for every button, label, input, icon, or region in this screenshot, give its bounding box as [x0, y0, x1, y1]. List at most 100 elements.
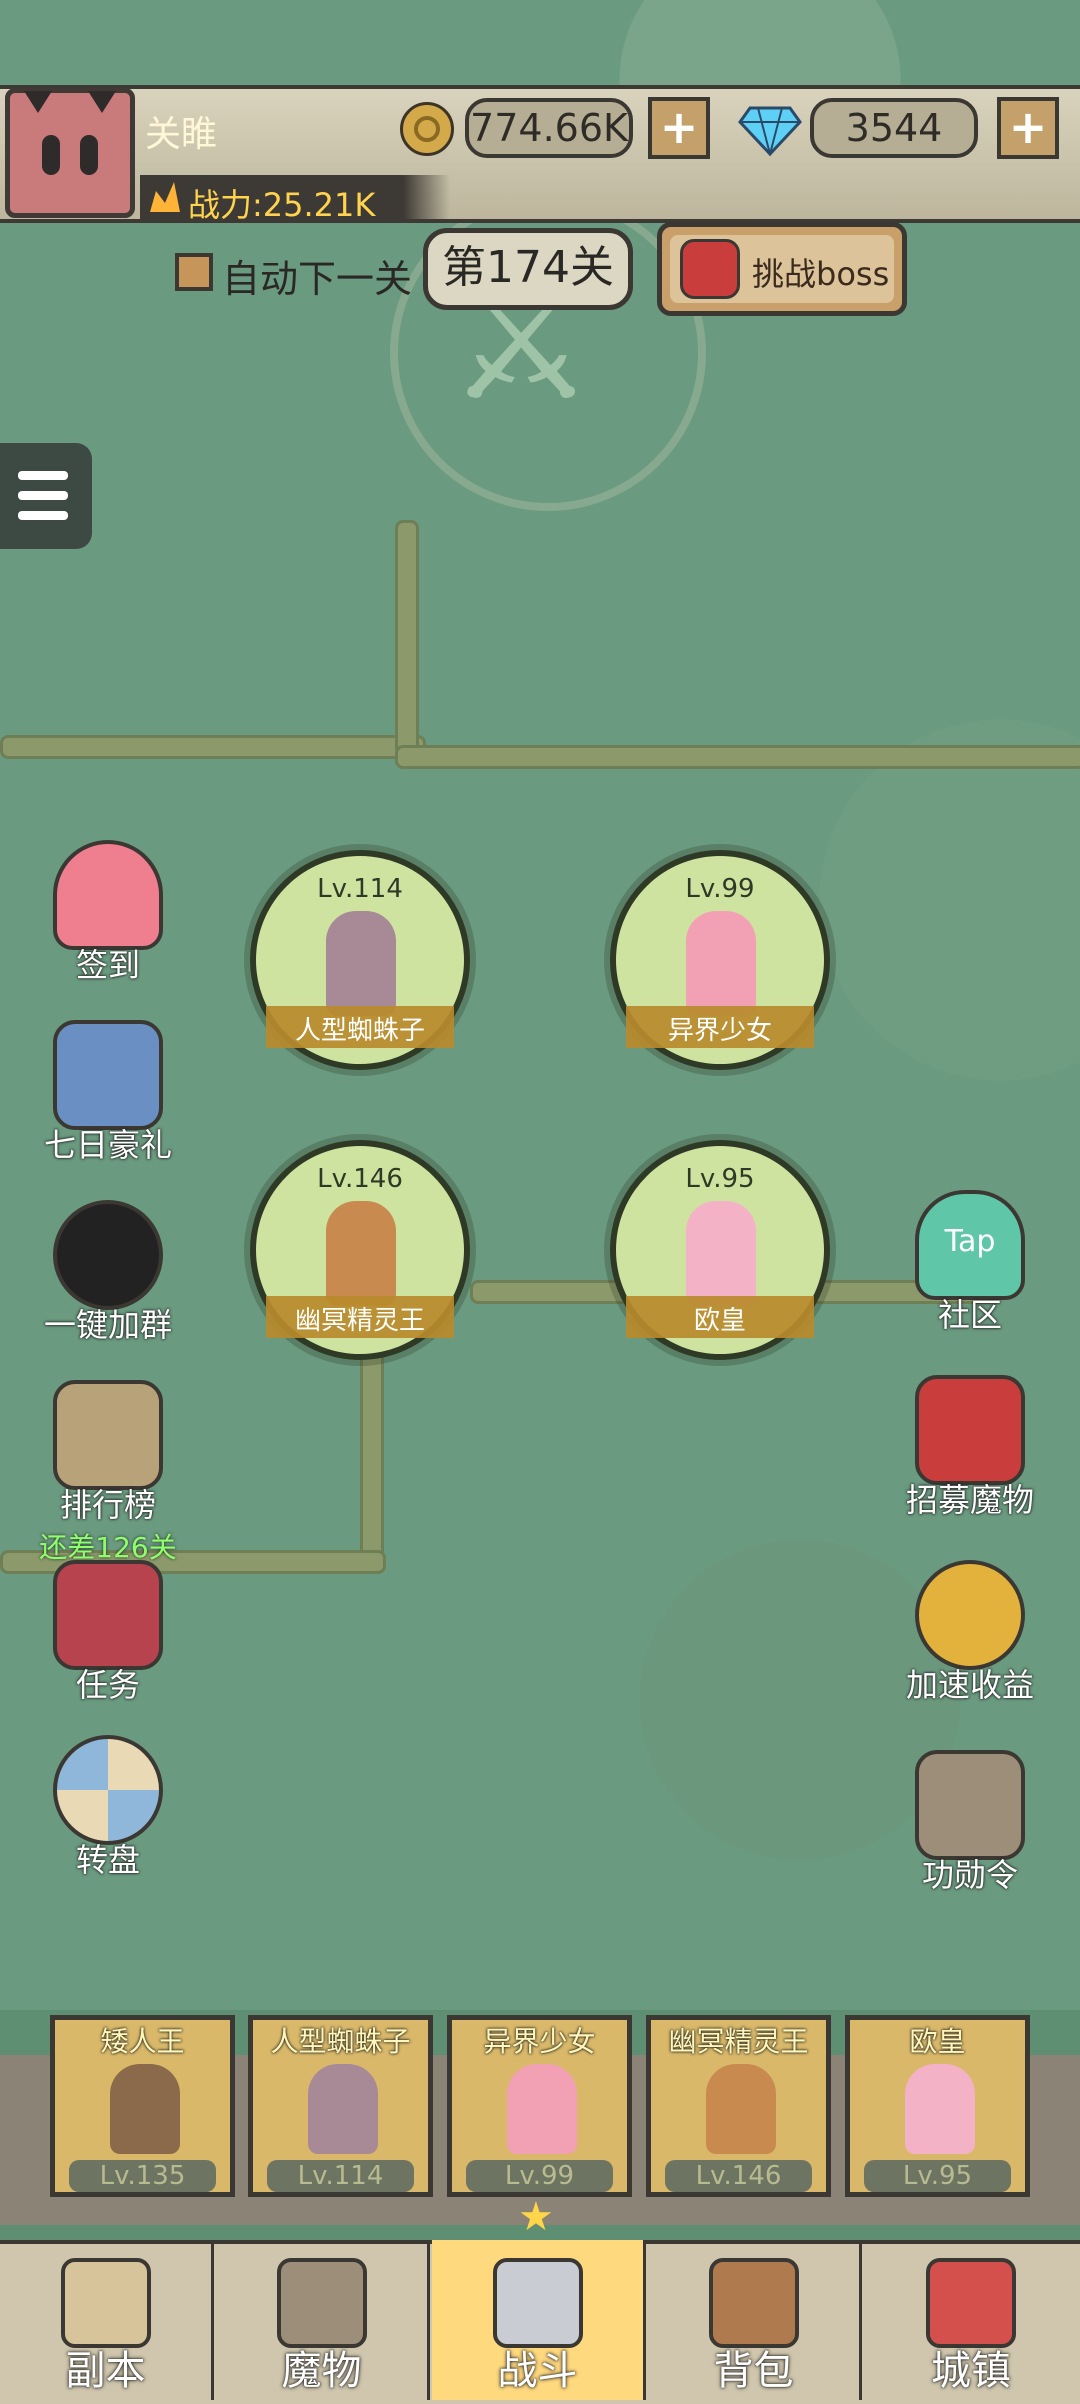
team-card[interactable]: 矮人王 Lv.135	[50, 2015, 235, 2197]
hero-name: 异界少女	[667, 1016, 772, 1046]
boss-demon-icon	[680, 239, 740, 299]
team-card-name: 欧皇	[909, 2025, 966, 2058]
recruit-banner-icon	[915, 1375, 1025, 1485]
add-gem-button[interactable]: +	[997, 97, 1059, 159]
boss-button-label: 挑战boss	[752, 255, 890, 293]
hero-level: Lv.99	[685, 874, 755, 904]
hero-slot-spider[interactable]: Lv.114 人型蜘蛛子	[250, 850, 470, 1070]
hamburger-icon	[18, 471, 68, 480]
auto-next-label[interactable]: 自动下一关	[222, 248, 412, 303]
team-card[interactable]: 人型蜘蛛子 Lv.114	[248, 2015, 433, 2197]
horn-icon	[24, 91, 52, 113]
add-gold-button[interactable]: +	[648, 97, 710, 159]
team-card-name: 矮人王	[100, 2025, 185, 2058]
tap-community-icon: Tap	[915, 1190, 1025, 1300]
auto-next-checkbox[interactable]	[175, 253, 213, 291]
spider-girl-portrait-icon	[308, 2064, 378, 2154]
leaderboard-label: 排行榜	[59, 1486, 156, 1524]
crowned-girl-portrait-icon	[905, 2064, 975, 2154]
map-path	[395, 745, 1080, 769]
player-avatar[interactable]	[5, 88, 135, 218]
quest-label: 任务	[75, 1666, 140, 1704]
sign-in-button[interactable]: 签到	[38, 840, 178, 986]
team-card-level: Lv.135	[69, 2160, 216, 2192]
map-path	[0, 735, 426, 759]
tab-label: 魔物	[281, 2348, 362, 2394]
wheel-label: 转盘	[75, 1841, 140, 1879]
merit-order-button[interactable]: 功勋令	[900, 1750, 1040, 1896]
star-icon: ★	[518, 2194, 554, 2240]
challenge-boss-button[interactable]: 挑战boss	[657, 222, 907, 316]
sign-in-label: 签到	[75, 946, 140, 984]
tab-label: 城镇	[931, 2348, 1011, 2394]
spider-girl-portrait-icon	[326, 911, 396, 1016]
join-group-button[interactable]: 一键加群	[38, 1200, 178, 1346]
tab-monsters[interactable]: 魔物	[216, 2240, 430, 2400]
hero-name: 欧皇	[693, 1306, 746, 1336]
hero-slot-nether-elf-king[interactable]: Lv.146 幽冥精灵王	[250, 1140, 470, 1360]
elf-king-portrait-icon	[706, 2064, 776, 2154]
tab-label: 背包	[713, 2348, 794, 2394]
penguin-icon	[53, 1200, 163, 1310]
team-card-level: Lv.146	[665, 2160, 812, 2192]
spin-wheel-icon	[53, 1735, 163, 1845]
cat-girl-icon	[53, 840, 163, 950]
recruit-monster-button[interactable]: 招募魔物	[900, 1375, 1040, 1521]
pink-girl-portrait-icon	[507, 2064, 577, 2154]
scroll-icon	[53, 1380, 163, 1490]
tab-battle[interactable]: 战斗	[432, 2240, 646, 2400]
team-card[interactable]: 欧皇 Lv.95	[845, 2015, 1030, 2197]
leaderboard-button[interactable]: 排行榜 还差126关	[38, 1380, 178, 1566]
gold-amount: 774.66K	[465, 98, 633, 158]
tab-label: 战斗	[497, 2348, 578, 2394]
crowned-girl-portrait-icon	[686, 1201, 756, 1306]
team-card-name: 异界少女	[483, 2025, 596, 2058]
team-card-level: Lv.99	[466, 2160, 613, 2192]
shop-icon	[926, 2258, 1016, 2348]
horn-icon	[88, 91, 116, 113]
gold-coin-icon	[400, 102, 454, 156]
player-name: 关睢	[145, 114, 218, 155]
helmet-icon	[915, 1750, 1025, 1860]
combat-power: 战力:25.21K	[188, 186, 376, 224]
hero-level: Lv.146	[317, 1164, 403, 1194]
hamburger-icon	[18, 491, 68, 500]
team-card-name: 人型蜘蛛子	[270, 2025, 411, 2058]
menu-button[interactable]	[0, 443, 92, 549]
tab-label: 副本	[65, 2348, 146, 2394]
crossed-swords-icon	[492, 2258, 583, 2348]
speed-up-income-button[interactable]: 加速收益	[900, 1560, 1040, 1706]
team-card-level: Lv.114	[267, 2160, 414, 2192]
gem-amount: 3544	[810, 98, 978, 158]
tab-dungeon[interactable]: 副本	[0, 2240, 214, 2400]
team-card-name: 幽冥精灵王	[668, 2025, 809, 2058]
team-card[interactable]: 异界少女 Lv.99	[447, 2015, 632, 2197]
pink-girl-portrait-icon	[686, 911, 756, 1016]
armored-knight-icon	[53, 1020, 163, 1130]
community-label: 社区	[937, 1296, 1002, 1334]
hero-slot-otherworld-girl[interactable]: Lv.99 异界少女	[610, 850, 830, 1070]
hero-slot-ouhuang[interactable]: Lv.95 欧皇	[610, 1140, 830, 1360]
helmet-icon	[276, 2258, 367, 2348]
recruit-monster-label: 招募魔物	[905, 1481, 1034, 1519]
tab-backpack[interactable]: 背包	[648, 2240, 862, 2400]
team-card[interactable]: 幽冥精灵王 Lv.146	[646, 2015, 831, 2197]
speed-up-income-label: 加速收益	[905, 1666, 1034, 1704]
hamburger-icon	[18, 511, 68, 520]
hero-name: 幽冥精灵王	[294, 1306, 425, 1336]
seven-day-gift-button[interactable]: 七日豪礼	[38, 1020, 178, 1166]
tab-town[interactable]: 城镇	[864, 2240, 1078, 2400]
wheel-button[interactable]: 转盘	[38, 1735, 178, 1881]
quest-button[interactable]: 任务	[38, 1560, 178, 1706]
eye-icon	[42, 135, 60, 175]
map-compass-icon	[60, 2258, 151, 2348]
merit-order-label: 功勋令	[921, 1856, 1018, 1894]
quest-book-icon	[53, 1560, 163, 1670]
map-path	[395, 520, 419, 756]
dwarf-king-portrait-icon	[110, 2064, 180, 2154]
community-button[interactable]: Tap 社区	[900, 1190, 1040, 1336]
hero-level: Lv.95	[685, 1164, 755, 1194]
eye-icon	[80, 135, 98, 175]
seven-day-gift-label: 七日豪礼	[43, 1126, 172, 1164]
current-stage: 第174关	[423, 228, 633, 310]
